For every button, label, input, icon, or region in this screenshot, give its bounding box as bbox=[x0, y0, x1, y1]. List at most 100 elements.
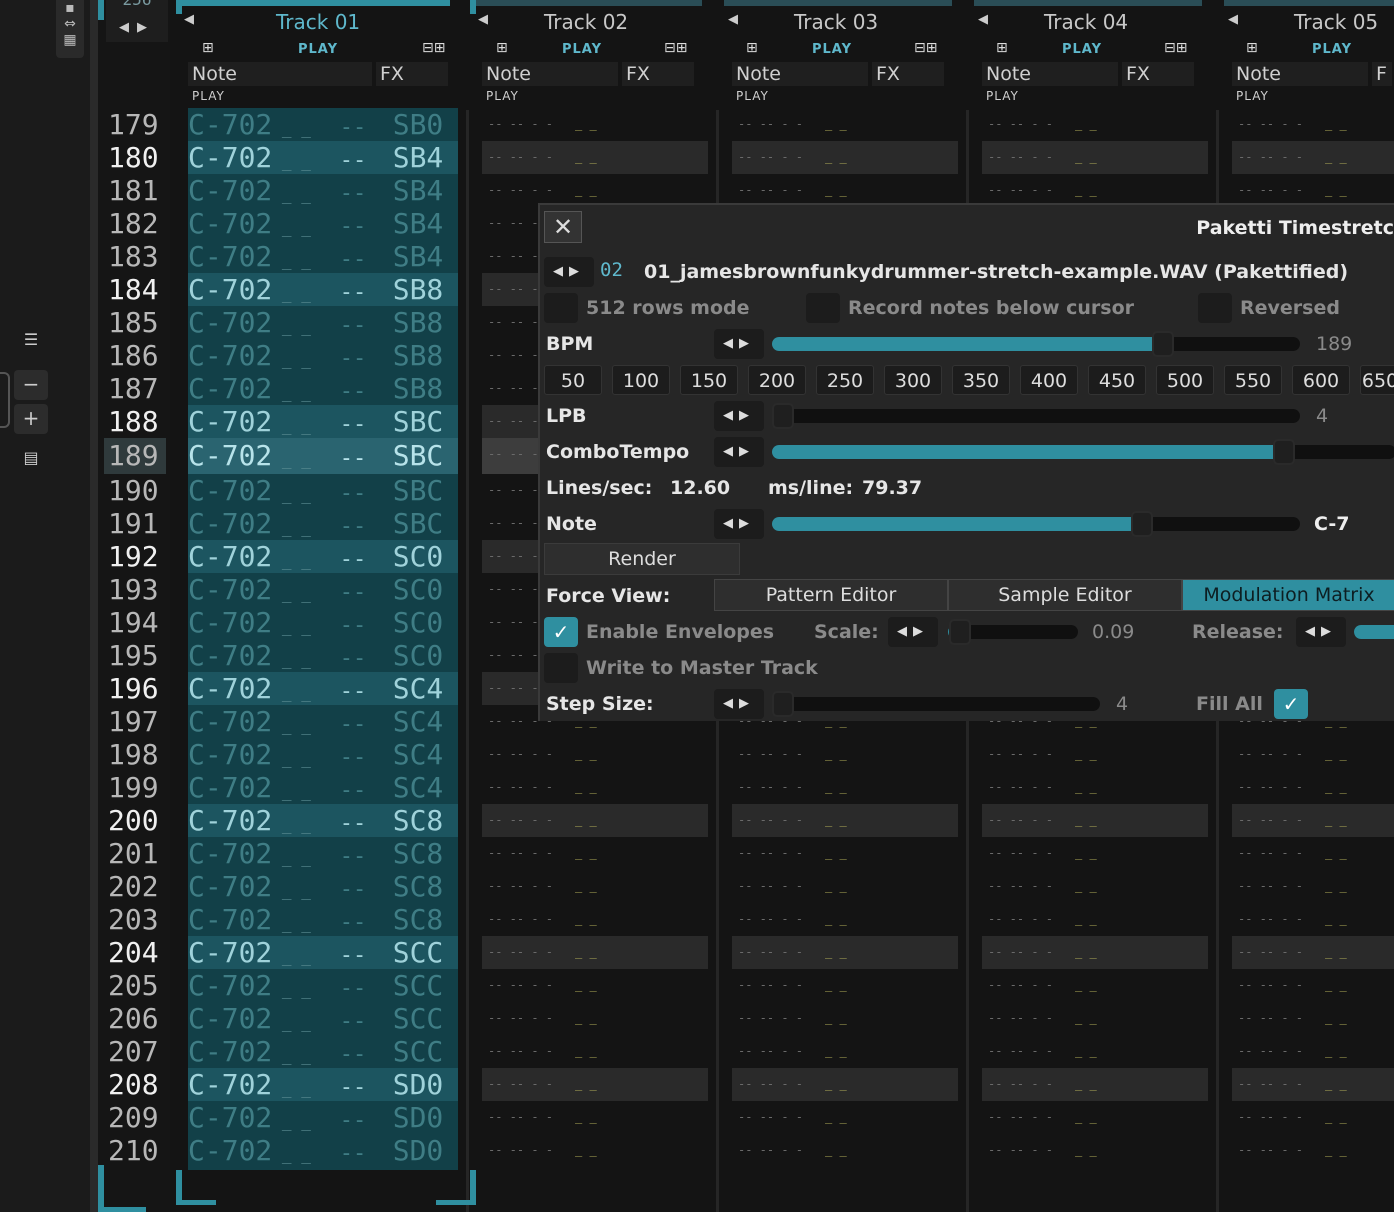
empty-note-cell[interactable]: -- -- - - bbox=[488, 945, 553, 959]
note-cell[interactable]: C-702 bbox=[188, 903, 272, 936]
add-column-icon[interactable]: ⊞ bbox=[202, 40, 214, 56]
empty-fx-cell[interactable]: _ _ bbox=[1325, 1077, 1347, 1091]
bpm-preset-button[interactable]: 50 bbox=[544, 365, 602, 395]
empty-effect-cell[interactable]: -- bbox=[340, 646, 393, 671]
empty-pattern-row[interactable]: -- -- - - _ _ bbox=[982, 771, 1208, 804]
empty-fx-cell[interactable]: _ _ bbox=[575, 1110, 597, 1124]
bpm-preset-button[interactable]: 250 bbox=[816, 365, 874, 395]
empty-effect-cell[interactable]: -- bbox=[340, 976, 393, 1001]
release-arrows[interactable]: ◀▶ bbox=[1296, 617, 1346, 647]
note-cell[interactable]: C-702 bbox=[188, 1002, 272, 1035]
empty-pattern-row[interactable]: -- -- - - _ _ bbox=[1232, 771, 1394, 804]
step-arrows[interactable]: ◀▶ bbox=[714, 689, 764, 719]
fx-cell[interactable]: SD0 bbox=[393, 1101, 444, 1134]
empty-pattern-row[interactable]: -- -- - - _ _ bbox=[732, 1134, 958, 1167]
empty-note-cell[interactable]: -- -- - - bbox=[988, 150, 1053, 164]
empty-volume-cell[interactable]: _ _ bbox=[272, 650, 339, 669]
add-column-icon[interactable]: ⊞ bbox=[1246, 40, 1258, 56]
empty-pattern-row[interactable]: -- -- - - _ _ bbox=[732, 903, 958, 936]
empty-fx-cell[interactable]: _ _ bbox=[825, 945, 847, 959]
fx-column-header[interactable]: F bbox=[1372, 62, 1392, 86]
empty-fx-cell[interactable]: _ _ bbox=[1075, 1110, 1097, 1124]
empty-fx-cell[interactable]: _ _ bbox=[825, 1044, 847, 1058]
empty-volume-cell[interactable]: _ _ bbox=[272, 782, 339, 801]
empty-pattern-row[interactable]: -- -- - - _ _ bbox=[1232, 837, 1394, 870]
pattern-row[interactable]: C-702 _ _ -- SC4 bbox=[188, 738, 458, 771]
empty-pattern-row[interactable]: -- -- - - _ _ bbox=[482, 969, 708, 1002]
pattern-row[interactable]: C-702 _ _ -- SCC bbox=[188, 1002, 458, 1035]
empty-volume-cell[interactable]: _ _ bbox=[272, 947, 339, 966]
track-collapse-icon[interactable]: ◀ bbox=[728, 12, 738, 27]
empty-volume-cell[interactable]: _ _ bbox=[272, 350, 339, 369]
empty-note-cell[interactable]: -- -- - - bbox=[988, 780, 1053, 794]
fx-cell[interactable]: SC4 bbox=[393, 705, 444, 738]
empty-note-cell[interactable]: -- -- - - bbox=[738, 1011, 803, 1025]
empty-pattern-row[interactable]: -- -- - - _ _ bbox=[482, 870, 708, 903]
note-cell[interactable]: C-702 bbox=[188, 672, 272, 705]
fx-cell[interactable]: SBC bbox=[393, 439, 444, 472]
track-title[interactable]: Track 02 bbox=[544, 10, 628, 34]
empty-pattern-row[interactable]: -- -- - - _ _ bbox=[982, 804, 1208, 837]
bpm-preset-button[interactable]: 350 bbox=[952, 365, 1010, 395]
note-cell[interactable]: C-702 bbox=[188, 405, 272, 438]
empty-fx-cell[interactable]: _ _ bbox=[825, 117, 847, 131]
empty-pattern-row[interactable]: -- -- - - _ _ bbox=[732, 738, 958, 771]
fx-cell[interactable]: SCC bbox=[393, 1035, 444, 1068]
release-slider[interactable] bbox=[1354, 625, 1394, 639]
empty-pattern-row[interactable]: -- -- - - _ _ bbox=[732, 108, 958, 141]
pattern-row[interactable]: C-702 _ _ -- SBC bbox=[188, 507, 458, 540]
empty-pattern-row[interactable]: -- -- - - _ _ bbox=[982, 108, 1208, 141]
pattern-row[interactable]: C-702 _ _ -- SC8 bbox=[188, 903, 458, 936]
combo-arrows[interactable]: ◀▶ bbox=[714, 437, 764, 467]
track-title[interactable]: Track 03 bbox=[794, 10, 878, 34]
scale-slider[interactable] bbox=[948, 619, 1078, 645]
empty-effect-cell[interactable]: -- bbox=[340, 148, 393, 173]
empty-note-cell[interactable]: -- -- - - bbox=[1238, 183, 1303, 197]
note-slider-thumb[interactable] bbox=[1130, 511, 1153, 537]
save-icon[interactable]: ▪ bbox=[56, 0, 84, 16]
empty-fx-cell[interactable]: _ _ bbox=[825, 747, 847, 761]
pattern-row[interactable]: C-702 _ _ -- SD0 bbox=[188, 1101, 458, 1134]
instrument-arrows[interactable]: ◀▶ bbox=[544, 257, 594, 287]
empty-fx-cell[interactable]: _ _ bbox=[1325, 1011, 1347, 1025]
note-cell[interactable]: C-702 bbox=[188, 738, 272, 771]
empty-note-cell[interactable]: -- -- - - bbox=[988, 1044, 1053, 1058]
bpm-preset-button[interactable]: 450 bbox=[1088, 365, 1146, 395]
empty-pattern-row[interactable]: -- -- - - _ _ bbox=[482, 771, 708, 804]
empty-note-cell[interactable]: -- -- - - bbox=[488, 150, 553, 164]
empty-fx-cell[interactable]: _ _ bbox=[1325, 747, 1347, 761]
empty-effect-cell[interactable]: -- bbox=[340, 1009, 393, 1034]
rows512-checkbox[interactable] bbox=[544, 293, 578, 323]
fx-cell[interactable]: SCC bbox=[393, 969, 444, 1002]
empty-effect-cell[interactable]: -- bbox=[340, 745, 393, 770]
empty-pattern-row[interactable]: -- -- - - _ _ bbox=[982, 1035, 1208, 1068]
force-view-option[interactable]: Pattern Editor bbox=[714, 579, 948, 611]
fx-cell[interactable]: SB8 bbox=[393, 306, 444, 339]
empty-fx-cell[interactable]: _ _ bbox=[1325, 117, 1347, 131]
empty-pattern-row[interactable]: -- -- - - _ _ bbox=[1232, 903, 1394, 936]
bpm-preset-button[interactable]: 400 bbox=[1020, 365, 1078, 395]
empty-fx-cell[interactable]: _ _ bbox=[1325, 945, 1347, 959]
bpm-slider[interactable] bbox=[772, 331, 1300, 357]
empty-note-cell[interactable]: -- -- - - bbox=[1238, 1143, 1303, 1157]
empty-note-cell[interactable]: -- -- - - bbox=[738, 150, 803, 164]
empty-volume-cell[interactable]: _ _ bbox=[272, 617, 339, 636]
empty-note-cell[interactable]: -- -- - - bbox=[488, 183, 553, 197]
empty-fx-cell[interactable]: _ _ bbox=[825, 912, 847, 926]
pattern-row[interactable]: C-702 _ _ -- SBC bbox=[188, 474, 458, 507]
empty-fx-cell[interactable]: _ _ bbox=[1075, 1044, 1097, 1058]
empty-note-cell[interactable]: -- -- - - bbox=[988, 912, 1053, 926]
pattern-row[interactable]: C-702 _ _ -- SC4 bbox=[188, 771, 458, 804]
note-cell[interactable]: C-702 bbox=[188, 837, 272, 870]
note-cell[interactable]: C-702 bbox=[188, 372, 272, 405]
fx-cell[interactable]: SC8 bbox=[393, 804, 444, 837]
empty-fx-cell[interactable]: _ _ bbox=[825, 1077, 847, 1091]
empty-pattern-row[interactable]: -- -- - - _ _ bbox=[732, 804, 958, 837]
empty-volume-cell[interactable]: _ _ bbox=[272, 1079, 339, 1098]
empty-fx-cell[interactable]: _ _ bbox=[575, 150, 597, 164]
empty-note-cell[interactable]: -- -- - - bbox=[1238, 912, 1303, 926]
pattern-row[interactable]: C-702 _ _ -- SD0 bbox=[188, 1134, 458, 1167]
empty-note-cell[interactable]: -- -- - - bbox=[1238, 846, 1303, 860]
empty-volume-cell[interactable]: _ _ bbox=[272, 383, 339, 402]
empty-fx-cell[interactable]: _ _ bbox=[825, 780, 847, 794]
